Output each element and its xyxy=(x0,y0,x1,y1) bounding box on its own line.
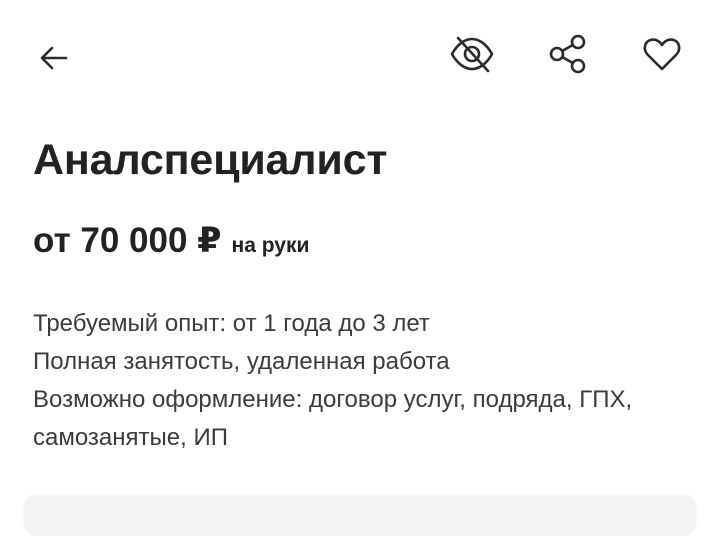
vacancy-details: Требуемый опыт: от 1 года до 3 лет Полна… xyxy=(33,305,693,457)
experience-text: Требуемый опыт: от 1 года до 3 лет xyxy=(33,310,430,337)
share-icon xyxy=(545,31,591,77)
arrow-left-icon xyxy=(36,40,72,76)
share-button[interactable] xyxy=(540,26,596,82)
salary-note: на руки xyxy=(231,234,310,257)
top-bar xyxy=(0,0,720,110)
salary-amount: от 70 000 ₽ xyxy=(33,221,222,260)
hide-vacancy-button[interactable] xyxy=(444,26,500,82)
salary-block: от 70 000 ₽ на руки xyxy=(33,221,309,261)
heart-icon xyxy=(639,31,685,77)
eye-off-icon xyxy=(446,28,498,80)
back-button[interactable] xyxy=(26,30,82,86)
vacancy-title: Аналспециалист xyxy=(33,136,388,184)
favorite-button[interactable] xyxy=(634,26,690,82)
next-section-card xyxy=(24,496,696,536)
employment-text: Полная занятость, удаленная работа xyxy=(33,348,450,375)
contract-text: Возможно оформление: договор услуг, подр… xyxy=(33,386,633,451)
